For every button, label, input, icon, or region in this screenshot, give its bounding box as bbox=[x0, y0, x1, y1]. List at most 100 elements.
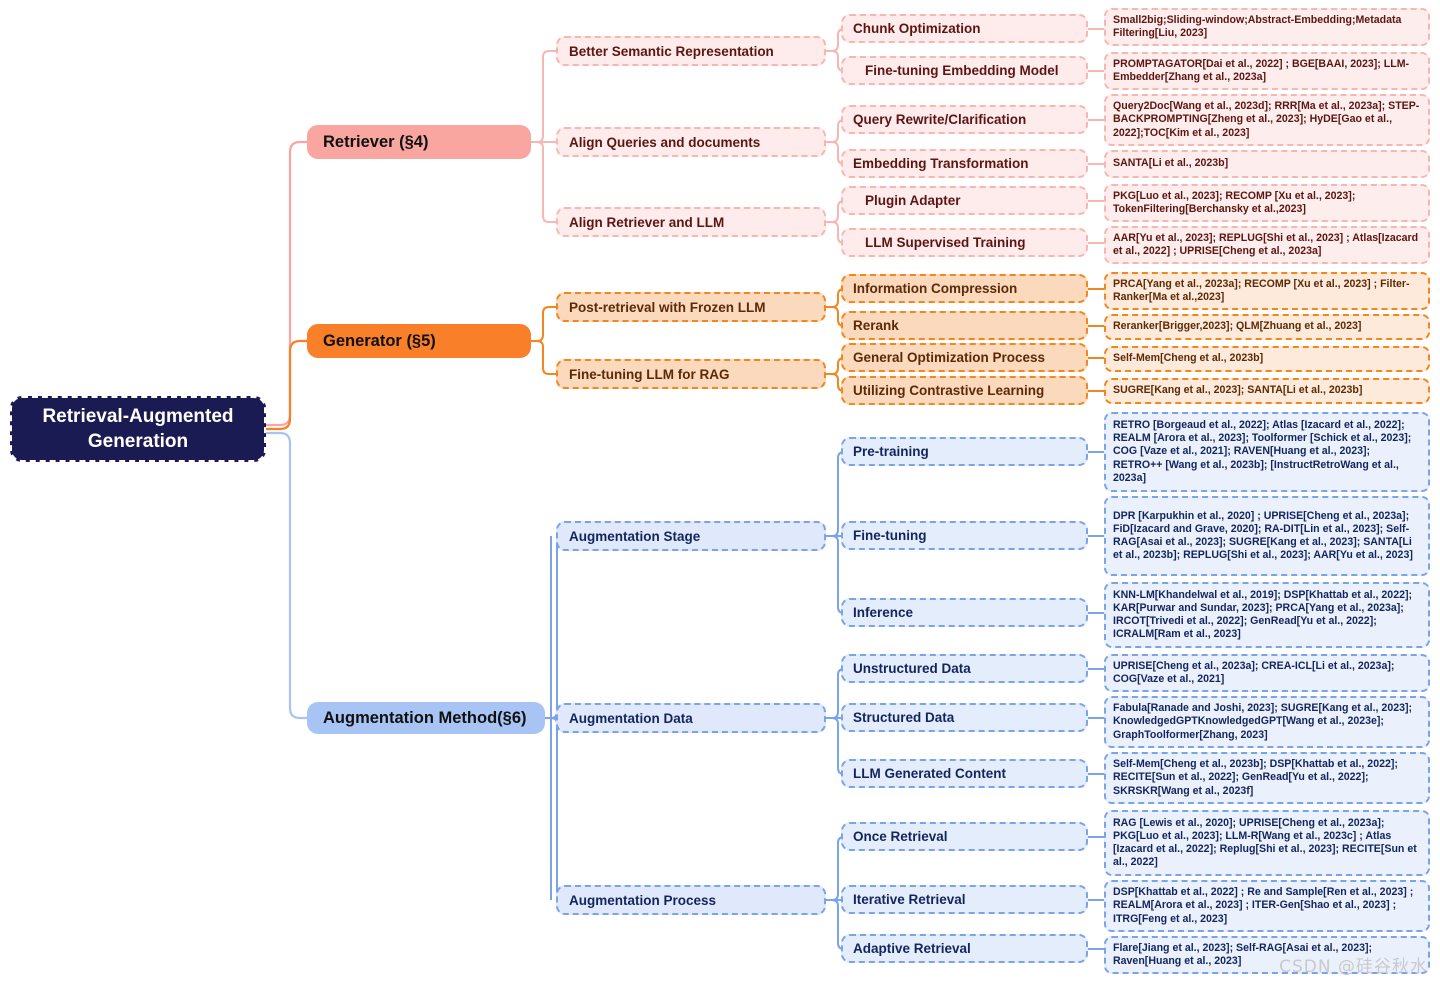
reference-text: DPR [Karpukhin et al., 2020] ; UPRISE[Ch… bbox=[1113, 509, 1413, 562]
reference-node[interactable]: Small2big;Sliding-window;Abstract-Embedd… bbox=[1104, 8, 1430, 46]
topic-node[interactable]: Inference bbox=[841, 598, 1088, 627]
reference-text: Self-Mem[Cheng et al., 2023b] bbox=[1113, 352, 1264, 365]
reference-text: UPRISE[Cheng et al., 2023a]; CREA-ICL[Li… bbox=[1113, 659, 1395, 685]
topic-node[interactable]: Once Retrieval bbox=[841, 822, 1088, 851]
topic-node[interactable]: Plugin Adapter bbox=[841, 186, 1088, 215]
topic-label: Fine-tuning bbox=[853, 528, 927, 543]
topic-node[interactable]: Query Rewrite/Clarification bbox=[841, 105, 1088, 134]
reference-node[interactable]: DSP[Khattab et al., 2022] ; Re and Sampl… bbox=[1104, 880, 1430, 932]
branch-node-augmentation-method[interactable]: Augmentation Method(§6) bbox=[307, 702, 545, 734]
subtopic-label: Augmentation Data bbox=[569, 710, 693, 726]
subtopic-node[interactable]: Align Queries and documents bbox=[556, 127, 826, 157]
reference-text: SUGRE[Kang et al., 2023]; SANTA[Li et al… bbox=[1113, 384, 1363, 397]
reference-text: DSP[Khattab et al., 2022] ; Re and Sampl… bbox=[1113, 886, 1414, 925]
reference-text: AAR[Yu et al., 2023]; REPLUG[Shi et al.,… bbox=[1113, 231, 1419, 257]
topic-label: Adaptive Retrieval bbox=[853, 941, 971, 956]
subtopic-node[interactable]: Better Semantic Representation bbox=[556, 36, 826, 66]
reference-text: Reranker[Brigger,2023]; QLM[Zhuang et al… bbox=[1113, 320, 1362, 333]
topic-label: Rerank bbox=[853, 318, 899, 333]
topic-label: Iterative Retrieval bbox=[853, 892, 966, 907]
reference-node[interactable]: Self-Mem[Cheng et al., 2023b] bbox=[1104, 346, 1430, 372]
topic-node[interactable]: Chunk Optimization bbox=[841, 14, 1088, 43]
topic-label: Information Compression bbox=[853, 281, 1018, 296]
reference-node[interactable]: PKG[Luo et al., 2023]; RECOMP [Xu et al.… bbox=[1104, 184, 1430, 222]
topic-label: Structured Data bbox=[853, 710, 955, 725]
reference-text: PRCA[Yang et al., 2023a]; RECOMP [Xu et … bbox=[1113, 277, 1410, 303]
watermark: CSDN @硅谷秋水 bbox=[1279, 957, 1428, 977]
reference-node[interactable]: PRCA[Yang et al., 2023a]; RECOMP [Xu et … bbox=[1104, 272, 1430, 310]
subtopic-node[interactable]: Align Retriever and LLM bbox=[556, 207, 826, 237]
branch-label: Augmentation Method(§6) bbox=[323, 708, 527, 727]
subtopic-node[interactable]: Augmentation Data bbox=[556, 703, 826, 733]
reference-node[interactable]: Fabula[Ranade and Joshi, 2023]; SUGRE[Ka… bbox=[1104, 696, 1430, 748]
reference-node[interactable]: SANTA[Li et al., 2023b] bbox=[1104, 150, 1430, 178]
root-node-label: Retrieval-Augmented Generation bbox=[42, 406, 234, 452]
topic-label: Once Retrieval bbox=[853, 829, 948, 844]
topic-node[interactable]: Rerank bbox=[841, 311, 1088, 340]
topic-label: Query Rewrite/Clarification bbox=[853, 112, 1027, 127]
subtopic-label: Better Semantic Representation bbox=[569, 43, 774, 59]
topic-label: LLM Supervised Training bbox=[865, 235, 1026, 250]
branch-node-generator[interactable]: Generator (§5) bbox=[307, 324, 531, 358]
reference-node[interactable]: PROMPTAGATOR[Dai et al., 2022] ; BGE[BAA… bbox=[1104, 52, 1430, 90]
subtopic-node[interactable]: Augmentation Process bbox=[556, 885, 826, 915]
reference-text: Small2big;Sliding-window;Abstract-Embedd… bbox=[1113, 13, 1402, 39]
topic-node[interactable]: LLM Generated Content bbox=[841, 759, 1088, 788]
reference-text: SANTA[Li et al., 2023b] bbox=[1113, 157, 1229, 170]
topic-node[interactable]: Information Compression bbox=[841, 274, 1088, 303]
topic-label: Plugin Adapter bbox=[865, 193, 961, 208]
topic-node[interactable]: Pre-training bbox=[841, 437, 1088, 466]
topic-label: Utilizing Contrastive Learning bbox=[853, 383, 1045, 398]
subtopic-label: Augmentation Process bbox=[569, 892, 717, 908]
topic-node[interactable]: Fine-tuning bbox=[841, 521, 1088, 550]
topic-node[interactable]: Embedding Transformation bbox=[841, 149, 1088, 178]
subtopic-node[interactable]: Augmentation Stage bbox=[556, 521, 826, 551]
reference-text: Fabula[Ranade and Joshi, 2023]; SUGRE[Ka… bbox=[1113, 702, 1413, 741]
branch-node-retriever[interactable]: Retriever (§4) bbox=[307, 125, 531, 159]
reference-text: RETRO [Borgeaud et al., 2022]; Atlas [Iz… bbox=[1113, 418, 1412, 484]
reference-text: Self-Mem[Cheng et al., 2023b]; DSP[Khatt… bbox=[1113, 758, 1398, 797]
subtopic-node[interactable]: Post-retrieval with Frozen LLM bbox=[556, 292, 826, 322]
topic-label: Chunk Optimization bbox=[853, 21, 981, 36]
topic-label: Inference bbox=[853, 605, 914, 620]
topic-label: General Optimization Process bbox=[853, 350, 1046, 365]
reference-text: PROMPTAGATOR[Dai et al., 2022] ; BGE[BAA… bbox=[1113, 57, 1410, 83]
subtopic-label: Augmentation Stage bbox=[569, 528, 701, 544]
reference-node[interactable]: Query2Doc[Wang et al., 2023d]; RRR[Ma et… bbox=[1104, 94, 1430, 146]
topic-node[interactable]: Iterative Retrieval bbox=[841, 885, 1088, 914]
topic-node[interactable]: Structured Data bbox=[841, 703, 1088, 732]
topic-node[interactable]: General Optimization Process bbox=[841, 343, 1088, 372]
subtopic-label: Align Retriever and LLM bbox=[569, 214, 725, 230]
topic-node[interactable]: Unstructured Data bbox=[841, 654, 1088, 683]
subtopic-node[interactable]: Fine-tuning LLM for RAG bbox=[556, 359, 826, 389]
reference-node[interactable]: KNN-LM[Khandelwal et al., 2019]; DSP[Kha… bbox=[1104, 582, 1430, 648]
topic-label: LLM Generated Content bbox=[853, 766, 1007, 781]
reference-node[interactable]: RETRO [Borgeaud et al., 2022]; Atlas [Iz… bbox=[1104, 412, 1430, 492]
reference-node[interactable]: DPR [Karpukhin et al., 2020] ; UPRISE[Ch… bbox=[1104, 496, 1430, 576]
topic-label: Embedding Transformation bbox=[853, 156, 1029, 171]
topic-node[interactable]: Adaptive Retrieval bbox=[841, 934, 1088, 963]
subtopic-label: Post-retrieval with Frozen LLM bbox=[569, 299, 766, 315]
subtopic-label: Fine-tuning LLM for RAG bbox=[569, 366, 730, 382]
reference-text: PKG[Luo et al., 2023]; RECOMP [Xu et al.… bbox=[1113, 189, 1356, 215]
reference-node[interactable]: Reranker[Brigger,2023]; QLM[Zhuang et al… bbox=[1104, 314, 1430, 340]
reference-text: RAG [Lewis et al., 2020]; UPRISE[Cheng e… bbox=[1113, 816, 1417, 869]
reference-node[interactable]: Self-Mem[Cheng et al., 2023b]; DSP[Khatt… bbox=[1104, 752, 1430, 804]
reference-text: KNN-LM[Khandelwal et al., 2019]; DSP[Kha… bbox=[1113, 588, 1413, 641]
topic-label: Pre-training bbox=[853, 444, 929, 459]
subtopic-label: Align Queries and documents bbox=[569, 134, 761, 150]
reference-node[interactable]: AAR[Yu et al., 2023]; REPLUG[Shi et al.,… bbox=[1104, 226, 1430, 264]
topic-label: Unstructured Data bbox=[853, 661, 971, 676]
branch-label: Generator (§5) bbox=[323, 331, 436, 350]
reference-node[interactable]: SUGRE[Kang et al., 2023]; SANTA[Li et al… bbox=[1104, 378, 1430, 404]
topic-label: Fine-tuning Embedding Model bbox=[865, 63, 1059, 78]
mindmap-canvas: Retrieval-Augmented Generation Retriever … bbox=[0, 0, 1440, 983]
reference-node[interactable]: UPRISE[Cheng et al., 2023a]; CREA-ICL[Li… bbox=[1104, 654, 1430, 692]
root-node[interactable]: Retrieval-Augmented Generation bbox=[10, 396, 266, 462]
topic-node[interactable]: Fine-tuning Embedding Model bbox=[841, 56, 1088, 85]
reference-node[interactable]: RAG [Lewis et al., 2020]; UPRISE[Cheng e… bbox=[1104, 810, 1430, 876]
reference-text: Query2Doc[Wang et al., 2023d]; RRR[Ma et… bbox=[1113, 100, 1420, 139]
topic-node[interactable]: Utilizing Contrastive Learning bbox=[841, 376, 1088, 405]
topic-node[interactable]: LLM Supervised Training bbox=[841, 228, 1088, 257]
branch-label: Retriever (§4) bbox=[323, 132, 429, 151]
